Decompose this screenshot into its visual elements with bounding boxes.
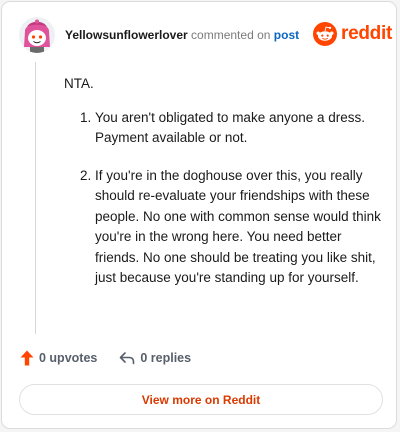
commented-on-text: commented on [191, 28, 271, 42]
username-link[interactable]: Yellowsunflowerlover [65, 28, 188, 42]
post-link[interactable]: post [274, 28, 299, 42]
reply-arrow-icon [120, 352, 135, 365]
reddit-snoo-icon [313, 22, 337, 46]
comment-header: Yellowsunflowerlover commented on post [65, 28, 299, 42]
reddit-logo[interactable]: reddit [313, 22, 392, 46]
user-avatar[interactable] [19, 17, 55, 53]
upvote-button[interactable]: 0 upvotes [20, 350, 97, 366]
reply-count: 0 replies [140, 351, 192, 365]
comment-body: NTA. You aren't obligated to make anyone… [64, 74, 382, 306]
comment-list: You aren't obligated to make anyone a dr… [64, 108, 382, 289]
upvote-count: 0 upvotes [39, 351, 98, 365]
thread-line [35, 62, 36, 334]
snoo-avatar-icon [19, 17, 55, 53]
embedded-comment-card: Yellowsunflowerlover commented on post r… [1, 1, 397, 429]
reply-button[interactable]: 0 replies [119, 351, 191, 365]
reddit-wordmark: reddit [341, 23, 392, 44]
comment-point: You aren't obligated to make anyone a dr… [95, 108, 382, 149]
view-more-button[interactable]: View more on Reddit [19, 384, 383, 415]
arrow-up-icon [20, 350, 34, 366]
comment-actions: 0 upvotes 0 replies [20, 350, 213, 366]
comment-point: If you're in the doghouse over this, you… [95, 166, 382, 289]
comment-intro: NTA. [64, 76, 94, 91]
